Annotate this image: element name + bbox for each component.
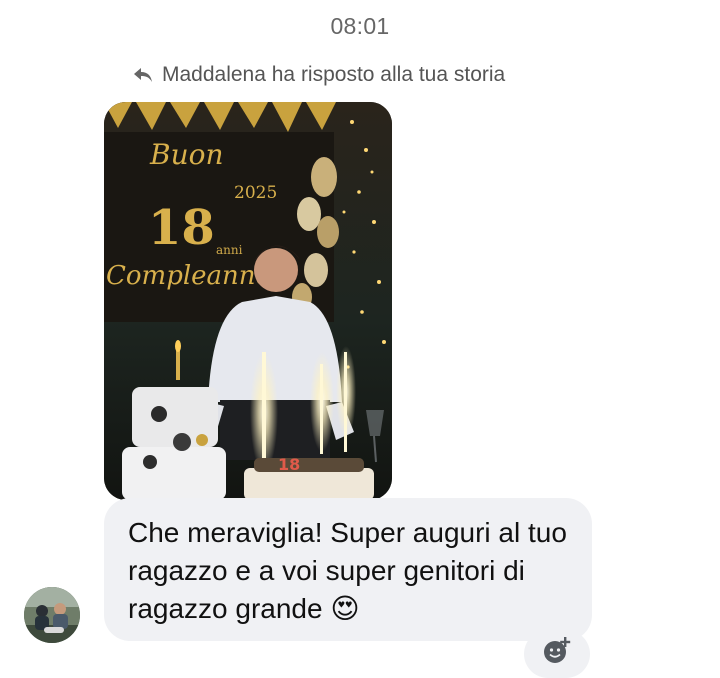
avatar[interactable] [24,587,80,643]
banner-compleanno: Compleanno [106,261,271,291]
banner-text-buon: Buon [149,138,224,171]
reply-arrow-icon [132,64,154,86]
add-reaction-icon [542,636,572,671]
banner-anni: anni [216,243,243,257]
banner-year: 2025 [234,183,277,203]
reply-note-text: Maddalena ha risposto alla tua storia [162,63,506,86]
story-image-preview[interactable]: Buon 2025 18 anni Compleanno 18 [104,102,392,500]
add-reaction-button[interactable] [524,630,590,678]
message-timestamp: 08:01 [330,13,390,39]
message-text: Che meraviglia! Super auguri al tuo raga… [128,517,567,624]
message-bubble[interactable]: Che meraviglia! Super auguri al tuo raga… [104,498,592,641]
banner-age: 18 [148,200,215,256]
story-reply-indicator: Maddalena ha risposto alla tua storia [132,63,505,87]
candle-number: 18 [278,455,300,474]
